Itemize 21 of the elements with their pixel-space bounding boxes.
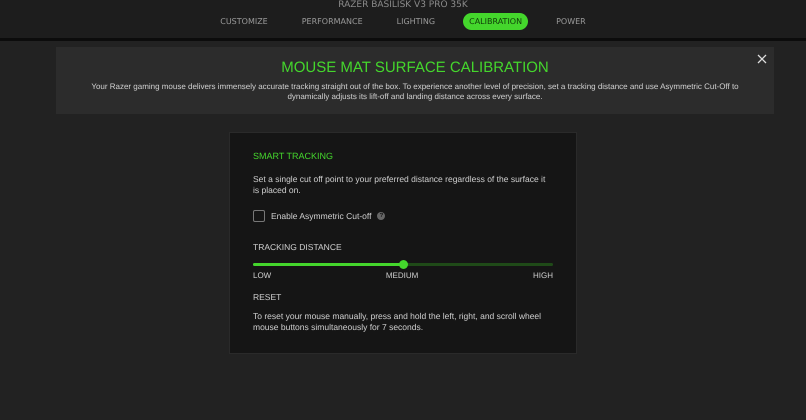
slider-thumb[interactable]	[398, 260, 408, 269]
device-title: RAZER BASILISK V3 PRO 35K	[338, 0, 468, 11]
checkbox[interactable]	[253, 210, 265, 222]
slider-tick-label: MEDIUM	[386, 271, 418, 280]
nav-tab[interactable]: PERFORMANCE	[296, 13, 369, 30]
reset-text: To reset your mouse manually, press and hold the left, right, and scroll wheel mouse buttons simultaneously for 7 seconds.	[253, 311, 542, 333]
nav-tab[interactable]: CUSTOMIZE	[214, 13, 274, 30]
banner-text: Your Razer gaming mouse delivers immensely accurate tracking straight out of the box. To experience another level of precision, set a tracking distance and use Asymmetric Cut-Off to dynamically adjusts its lift-off and landing distance across every surface.	[90, 82, 740, 102]
nav-tab[interactable]: LIGHTING	[390, 13, 442, 30]
card-title: SMART TRACKING	[253, 151, 334, 161]
slider-tick-label: LOW	[253, 271, 272, 280]
slider-tick-label: HIGH	[533, 271, 553, 280]
reset-title: RESET	[253, 292, 282, 302]
banner-title: MOUSE MAT SURFACE CALIBRATION	[281, 59, 549, 76]
checkbox-label: Enable Asymmetric Cut-off	[271, 211, 372, 221]
slider-label: TRACKING DISTANCE	[253, 242, 343, 252]
close-icon	[757, 54, 767, 64]
nav-tab[interactable]: POWER	[550, 13, 592, 30]
card-description: Set a single cut off point to your preferred distance regardless of the surface it is placed on.	[253, 174, 546, 196]
nav-tab[interactable]: CALIBRATION	[463, 13, 528, 30]
slider-track[interactable]	[253, 263, 553, 266]
